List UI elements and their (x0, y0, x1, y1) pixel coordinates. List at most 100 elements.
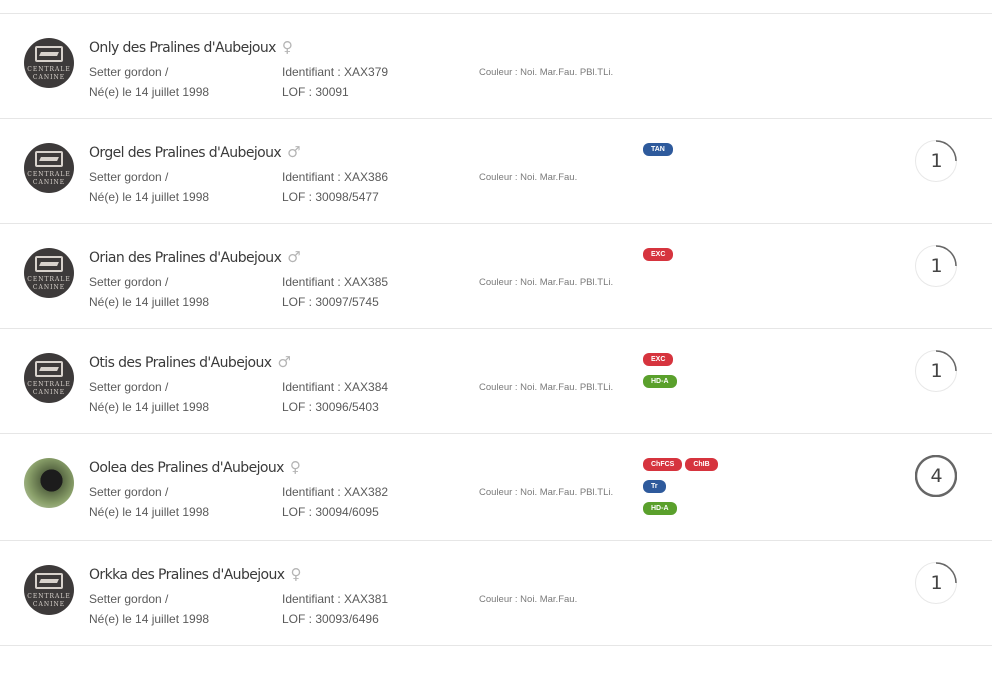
score-gauge: 1 (915, 140, 957, 182)
logo-line-2: CANINE (32, 179, 66, 186)
award-badge: EXC (643, 353, 674, 366)
score-value: 1 (930, 572, 942, 594)
dog-row: CENTRALE CANINE Orkka des Pralines d'Aubej… (0, 541, 992, 646)
award-badge: ChFCS (643, 458, 683, 471)
logo-line-1: CENTRALE (27, 381, 71, 388)
award-badge: HD-A (643, 375, 677, 388)
logo-line-1: CENTRALE (27, 66, 71, 73)
dog-avatar[interactable]: CENTRALE CANINE (24, 38, 74, 88)
logo-line-2: CANINE (32, 284, 66, 291)
logo-line-2: CANINE (32, 389, 66, 396)
birth-date: Né(e) le 14 juillet 1998 (89, 505, 210, 519)
award-badge: ChIB (685, 458, 718, 471)
score-gauge: 1 (915, 245, 957, 287)
score-value: 1 (930, 360, 942, 382)
dog-name-link[interactable]: Oolea des Pralines d'Aubejoux ♀ (89, 458, 301, 476)
birth-date: Né(e) le 14 juillet 1998 (89, 85, 210, 99)
score-gauge: 4 (915, 455, 957, 497)
award-badge: EXC (643, 248, 674, 261)
logo-line-2: CANINE (32, 601, 66, 608)
score-value: 4 (930, 465, 942, 487)
dog-row: Oolea des Pralines d'Aubejoux ♀ Setter gor… (0, 434, 992, 541)
breed: Setter gordon / (89, 65, 169, 79)
dog-name: Orkka des Pralines d'Aubejoux (89, 567, 285, 583)
centrale-canine-logo (35, 361, 63, 377)
birth-date: Né(e) le 14 juillet 1998 (89, 190, 210, 204)
lof-number: LOF : 30096/5403 (282, 400, 379, 414)
centrale-canine-logo (35, 573, 63, 589)
birth-date: Né(e) le 14 juillet 1998 (89, 612, 210, 626)
dog-avatar[interactable] (24, 458, 74, 508)
score-gauge: 1 (915, 562, 957, 604)
coat-color: Couleur : Noi. Mar.Fau. (479, 172, 578, 183)
coat-color: Couleur : Noi. Mar.Fau. PBl.TLi. (479, 67, 614, 78)
award-badges: EXC HD-A (643, 353, 763, 397)
female-icon: ♀ (289, 458, 301, 476)
dog-avatar[interactable]: CENTRALE CANINE (24, 353, 74, 403)
dog-name-link[interactable]: Orkka des Pralines d'Aubejoux ♀ (89, 565, 301, 583)
identifier: Identifiant : XAX386 (282, 170, 389, 184)
coat-color: Couleur : Noi. Mar.Fau. PBl.TLi. (479, 277, 614, 288)
logo-text: CENTRALE CANINE (24, 171, 74, 187)
lof-number: LOF : 30097/5745 (282, 295, 379, 309)
centrale-canine-logo (35, 256, 63, 272)
logo-line-2: CANINE (32, 74, 66, 81)
dog-row: CENTRALE CANINE Orgel des Pralines d'Aubej… (0, 119, 992, 224)
dog-row: CENTRALE CANINE Otis des Pralines d'Aubejo… (0, 329, 992, 434)
award-badges: TAN (643, 143, 763, 165)
lof-number: LOF : 30091 (282, 85, 349, 99)
logo-line-1: CENTRALE (27, 593, 71, 600)
female-icon: ♀ (281, 38, 293, 56)
logo-line-1: CENTRALE (27, 276, 71, 283)
lof-number: LOF : 30093/6496 (282, 612, 379, 626)
breed: Setter gordon / (89, 485, 169, 499)
identifier: Identifiant : XAX381 (282, 592, 389, 606)
dog-row: CENTRALE CANINE Only des Pralines d'Aubejo… (0, 14, 992, 119)
centrale-canine-logo (35, 46, 63, 62)
dog-name-link[interactable]: Orian des Pralines d'Aubejoux ♂ (89, 248, 301, 266)
breed: Setter gordon / (89, 170, 169, 184)
logo-text: CENTRALE CANINE (24, 593, 74, 609)
dog-name: Only des Pralines d'Aubejoux (89, 40, 276, 56)
identifier: Identifiant : XAX379 (282, 65, 389, 79)
score-gauge: 1 (915, 350, 957, 392)
dog-avatar[interactable]: CENTRALE CANINE (24, 565, 74, 615)
coat-color: Couleur : Noi. Mar.Fau. (479, 594, 578, 605)
award-badge: TAN (643, 143, 673, 156)
breed: Setter gordon / (89, 380, 169, 394)
breed: Setter gordon / (89, 592, 169, 606)
dog-name: Orian des Pralines d'Aubejoux (89, 250, 282, 266)
dog-row: CENTRALE CANINE Orian des Pralines d'Aubej… (0, 224, 992, 329)
score-value: 1 (930, 255, 942, 277)
birth-date: Né(e) le 14 juillet 1998 (89, 400, 210, 414)
coat-color: Couleur : Noi. Mar.Fau. PBl.TLi. (479, 487, 614, 498)
logo-text: CENTRALE CANINE (24, 381, 74, 397)
dog-name: Orgel des Pralines d'Aubejoux (89, 145, 282, 161)
centrale-canine-logo (35, 151, 63, 167)
lof-number: LOF : 30094/6095 (282, 505, 379, 519)
award-badge: Tr (643, 480, 666, 493)
dog-name-link[interactable]: Only des Pralines d'Aubejoux ♀ (89, 38, 293, 56)
identifier: Identifiant : XAX382 (282, 485, 389, 499)
birth-date: Né(e) le 14 juillet 1998 (89, 295, 210, 309)
award-badge: HD-A (643, 502, 677, 515)
male-icon: ♂ (277, 353, 291, 371)
breed: Setter gordon / (89, 275, 169, 289)
male-icon: ♂ (287, 248, 301, 266)
score-value: 1 (930, 150, 942, 172)
female-icon: ♀ (290, 565, 301, 583)
dog-name: Oolea des Pralines d'Aubejoux (89, 460, 284, 476)
dog-name-link[interactable]: Otis des Pralines d'Aubejoux ♂ (89, 353, 291, 371)
identifier: Identifiant : XAX384 (282, 380, 389, 394)
dog-name: Otis des Pralines d'Aubejoux (89, 355, 272, 371)
award-badges: ChFCS ChIB Tr HD-A (643, 458, 763, 524)
coat-color: Couleur : Noi. Mar.Fau. PBl.TLi. (479, 382, 614, 393)
dog-avatar[interactable]: CENTRALE CANINE (24, 143, 74, 193)
dog-avatar[interactable]: CENTRALE CANINE (24, 248, 74, 298)
dog-name-link[interactable]: Orgel des Pralines d'Aubejoux ♂ (89, 143, 301, 161)
award-badges: EXC (643, 248, 763, 270)
lof-number: LOF : 30098/5477 (282, 190, 379, 204)
logo-text: CENTRALE CANINE (24, 276, 74, 292)
male-icon: ♂ (287, 143, 300, 161)
identifier: Identifiant : XAX385 (282, 275, 389, 289)
